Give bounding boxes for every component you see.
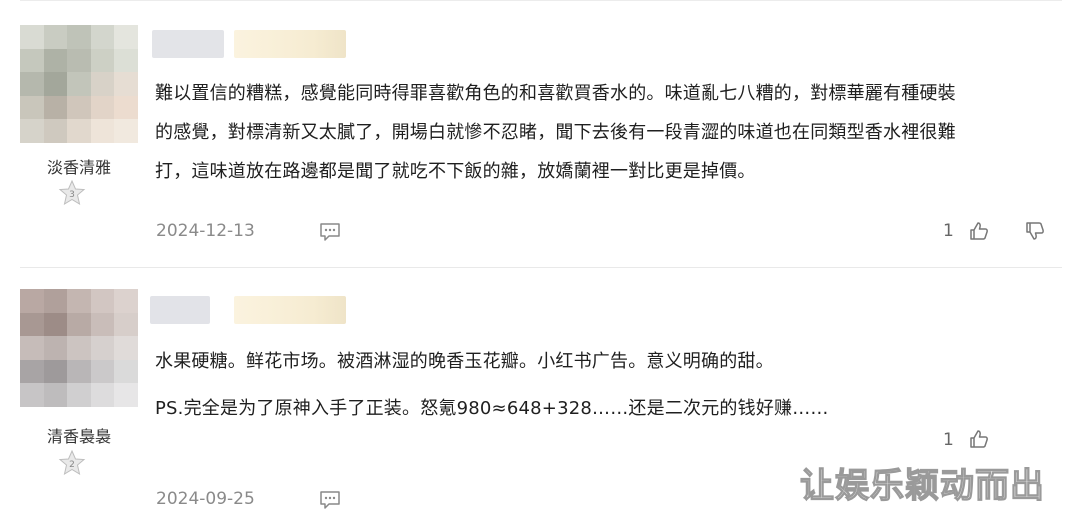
star-badge-icon: 2 — [58, 449, 86, 476]
thumbs-up-icon[interactable] — [968, 220, 990, 242]
comment-line: PS.完全是为了原神入手了正装。怒氪980≈648+328……还是二次元的钱好赚… — [155, 398, 829, 419]
comment-line: 難以置信的糟糕，感覺能同時得罪喜歡角色的和喜歡買香水的。味道亂七八糟的，對標華麗… — [155, 83, 956, 104]
tag-blur — [234, 296, 346, 324]
nickname-blur — [152, 30, 224, 58]
comment-icon[interactable] — [318, 490, 342, 510]
comment-line: 打，這味道放在路邊都是聞了就吃不下飯的雜，放嬌蘭裡一對比更是掉價。 — [155, 161, 756, 182]
nickname-blur — [150, 296, 210, 324]
comment-line: 的感覺，對標清新又太膩了，開場白就慘不忍睹，聞下去後有一段青澀的味道也在同類型香… — [155, 122, 956, 143]
comment-icon[interactable] — [318, 222, 342, 242]
comment-text: 水果硬糖。鲜花市场。被酒淋湿的晚香玉花瓣。小红书广告。意义明确的甜。 PS.完全… — [155, 342, 1060, 428]
level-badge: 2 — [58, 449, 86, 477]
comment-date: 2024-09-25 — [156, 489, 255, 509]
thumbs-up-icon[interactable] — [968, 428, 990, 450]
username[interactable]: 淡香清雅 — [20, 154, 138, 178]
tag-blur — [234, 30, 346, 58]
star-badge-icon: 3 — [58, 179, 86, 206]
avatar[interactable] — [20, 289, 138, 407]
username[interactable]: 清香裊裊 — [20, 423, 138, 447]
avatar[interactable] — [20, 25, 138, 143]
comment-line: 水果硬糖。鲜花市场。被酒淋湿的晚香玉花瓣。小红书广告。意义明确的甜。 — [155, 351, 774, 372]
comment-item: 淡香清雅 3 難以置信的糟糕，感覺能同時得罪喜歡角色的和喜歡買香水的。味道亂七八… — [0, 0, 1080, 268]
comment-text: 難以置信的糟糕，感覺能同時得罪喜歡角色的和喜歡買香水的。味道亂七八糟的，對標華麗… — [155, 74, 1060, 191]
comment-date: 2024-12-13 — [156, 221, 255, 241]
watermark: 让娱乐颖动而出 — [799, 465, 1045, 506]
thumbs-down-icon[interactable] — [1024, 220, 1046, 242]
level-badge: 3 — [58, 179, 86, 207]
level-number: 2 — [69, 460, 75, 470]
like-count: 1 — [943, 430, 954, 450]
level-number: 3 — [69, 190, 75, 200]
like-count: 1 — [943, 221, 954, 241]
